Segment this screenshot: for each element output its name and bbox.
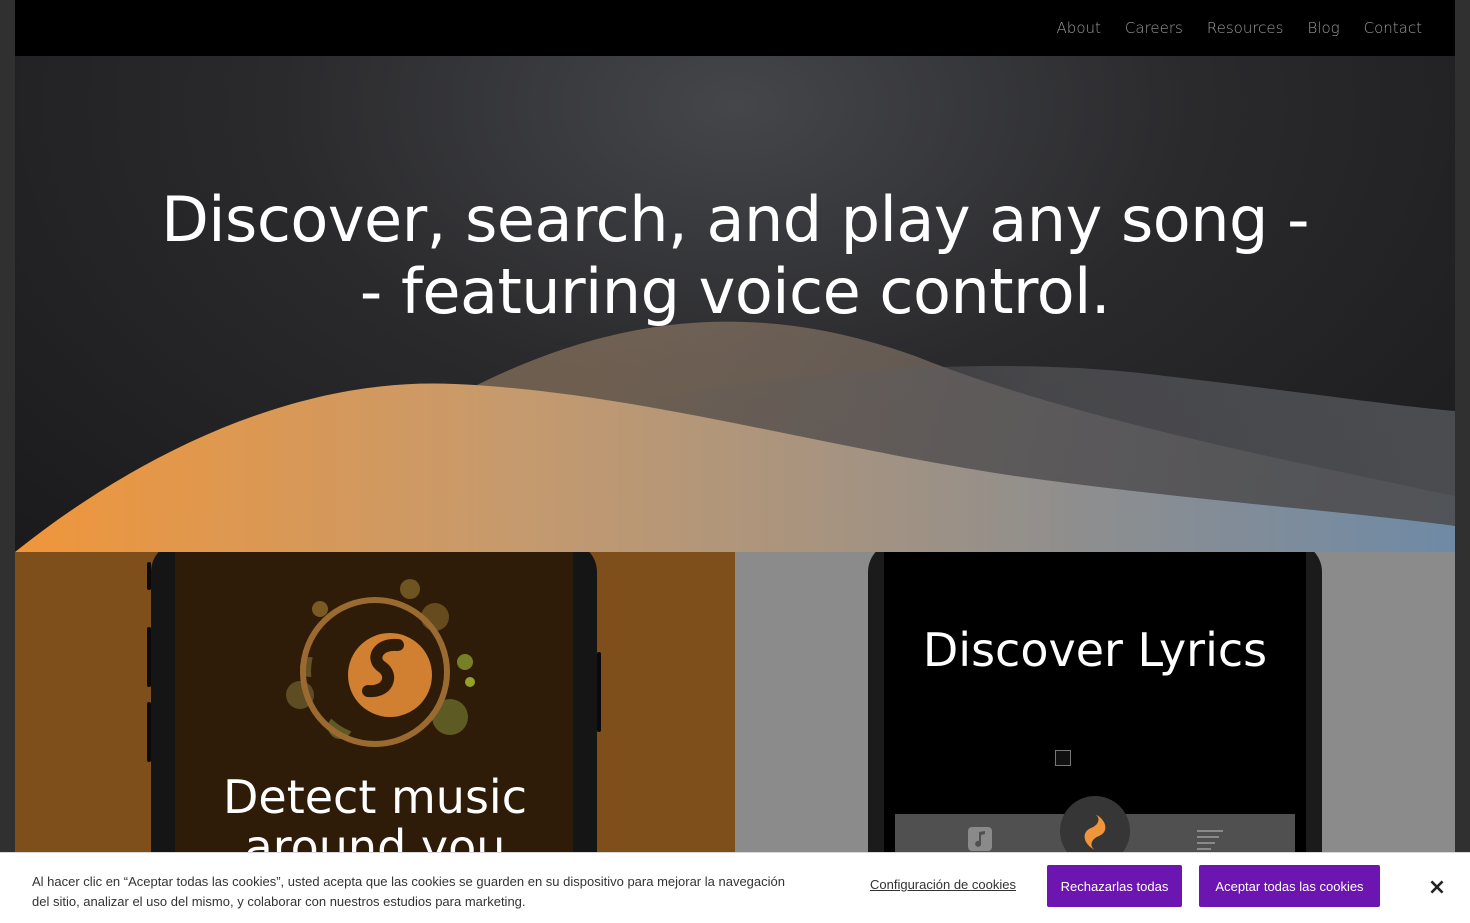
nav-link-contact[interactable]: Contact xyxy=(1364,19,1422,37)
nav-link-blog[interactable]: Blog xyxy=(1307,19,1339,37)
shazam-logo-icon xyxy=(286,579,475,747)
top-nav: About Careers Resources Blog Contact xyxy=(15,0,1455,57)
cookie-banner: Al hacer clic en “Aceptar todas las cook… xyxy=(0,852,1470,923)
shazam-icon xyxy=(1084,814,1106,850)
nav-link-about[interactable]: About xyxy=(1057,19,1101,37)
page: About Careers Resources Blog Contact Dis… xyxy=(15,0,1455,923)
nav-links: About Careers Resources Blog Contact xyxy=(1033,0,1422,56)
cookie-settings-link[interactable]: Configuración de cookies xyxy=(870,877,1016,892)
lyrics-title: Discover Lyrics xyxy=(922,623,1268,677)
hero-title: Discover, search, and play any song -- f… xyxy=(161,183,1309,328)
phone-button xyxy=(147,702,151,762)
music-note-icon xyxy=(968,827,992,851)
broken-image-icon xyxy=(1055,750,1071,766)
list-icon xyxy=(1197,830,1223,850)
accept-all-button[interactable]: Aceptar todas las cookies xyxy=(1199,865,1380,907)
phone-button xyxy=(147,562,151,590)
phone-button xyxy=(597,652,601,732)
reject-all-button[interactable]: Rechazarlas todas xyxy=(1047,865,1182,907)
hero-section: Discover, search, and play any song -- f… xyxy=(15,56,1455,552)
close-icon[interactable]: × xyxy=(1424,875,1450,901)
nav-link-careers[interactable]: Careers xyxy=(1125,19,1183,37)
cookie-text: Al hacer clic en “Aceptar todas las cook… xyxy=(32,874,785,909)
phone-button xyxy=(147,627,151,687)
nav-link-resources[interactable]: Resources xyxy=(1207,19,1284,37)
